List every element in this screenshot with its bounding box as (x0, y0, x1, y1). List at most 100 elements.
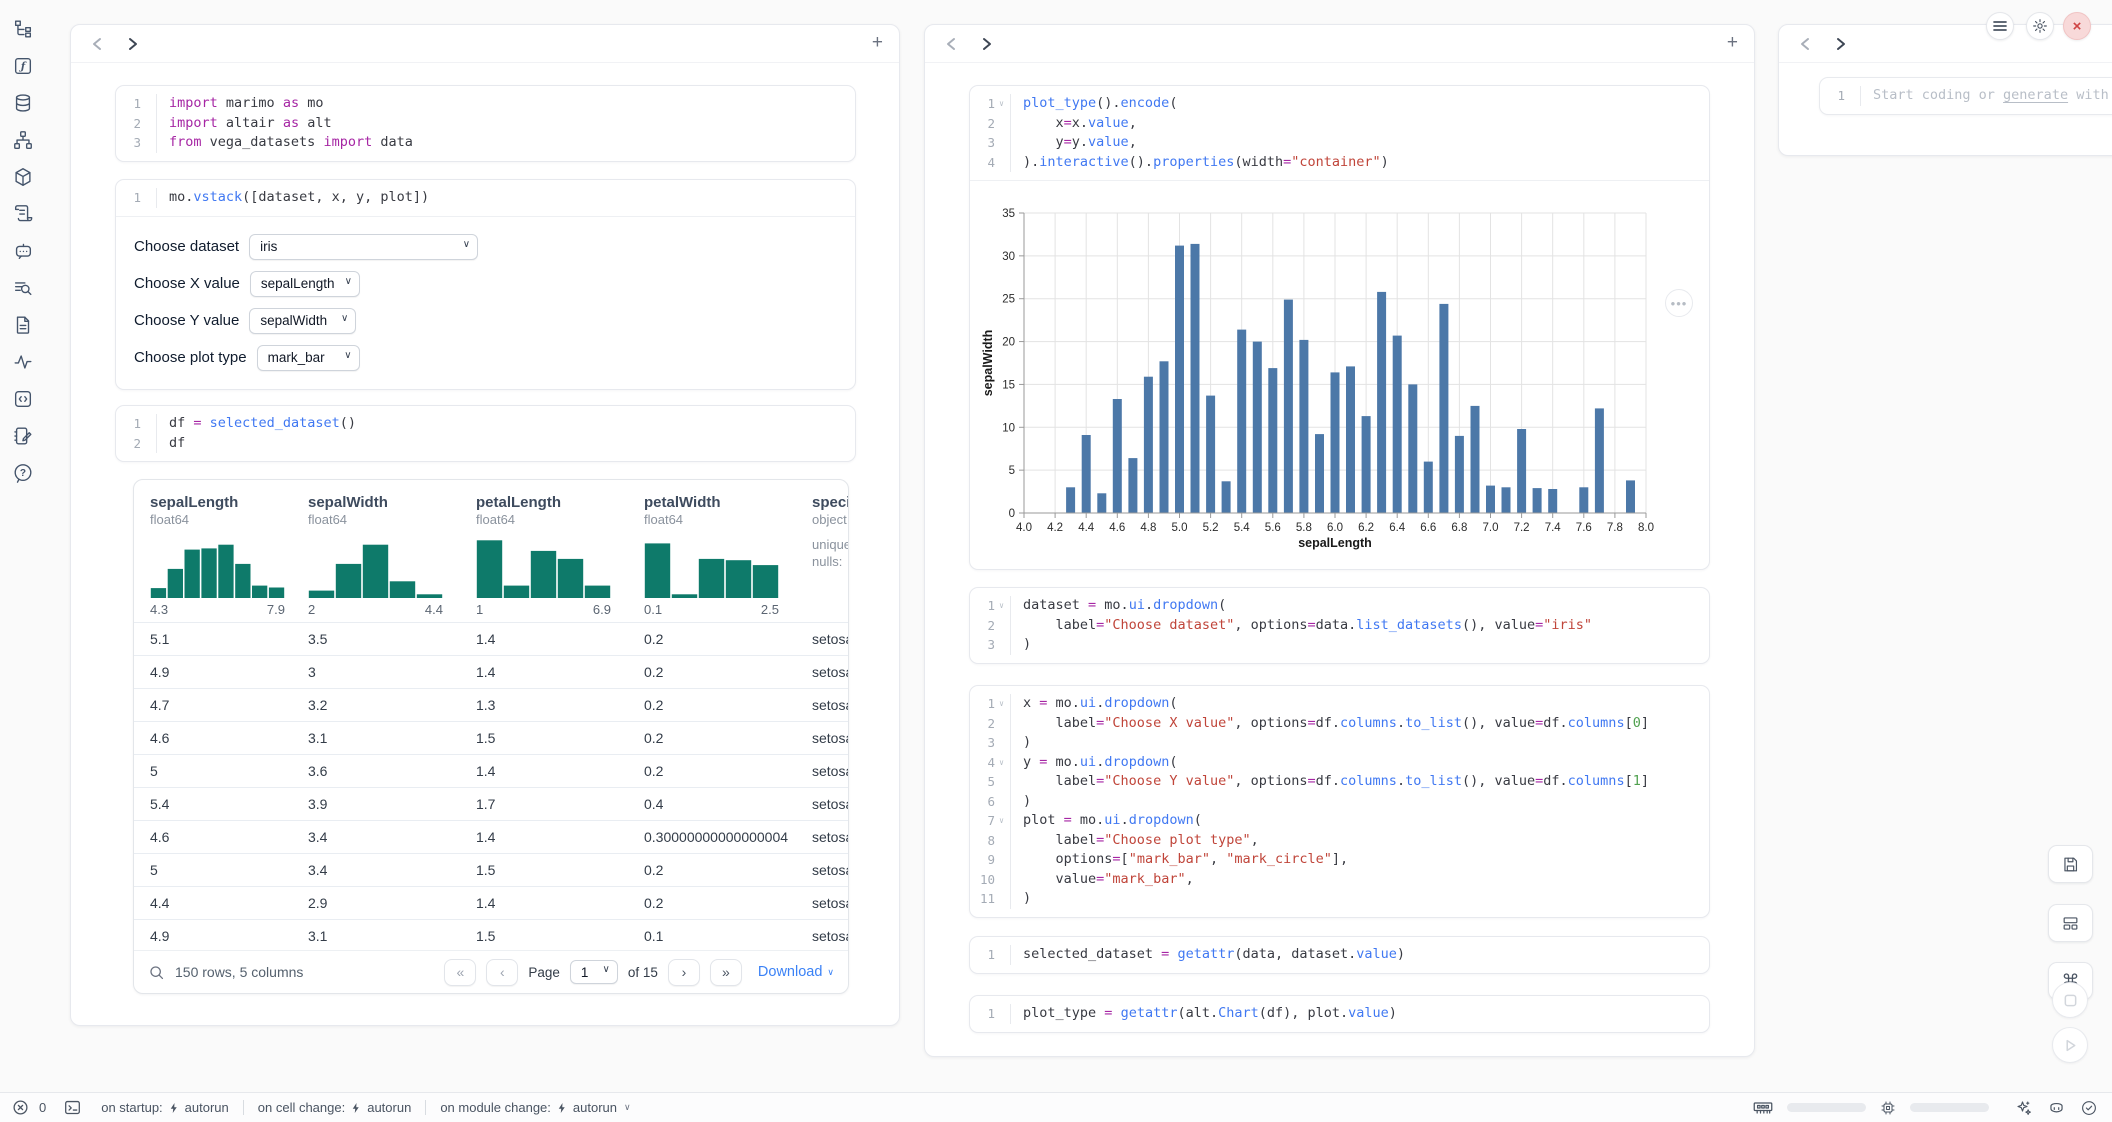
code-line[interactable]: x = mo.ui.dropdown( (1010, 694, 1709, 714)
code-line[interactable]: dataset = mo.ui.dropdown( (1010, 596, 1709, 616)
y-value-select[interactable]: sepalWidth (249, 308, 356, 334)
prev-page-button[interactable]: ‹ (486, 959, 518, 986)
notebook-scratchpad-icon[interactable] (12, 425, 34, 447)
code-line[interactable]: plot = mo.ui.dropdown( (1010, 811, 1709, 831)
dataset-select[interactable]: iris (249, 234, 478, 260)
code-editor-plot-type[interactable]: 1plot_type = getattr(alt.Chart(df), plot… (970, 996, 1709, 1032)
code-editor-dataset[interactable]: 1∨dataset = mo.ui.dropdown(2 label="Choo… (970, 588, 1709, 663)
histogram-range: 24.4 (308, 602, 443, 617)
settings-gear-button[interactable] (2026, 12, 2054, 40)
search-icon[interactable] (148, 964, 165, 981)
terminal-icon[interactable] (64, 1099, 81, 1116)
code-line[interactable]: mo.vstack([dataset, x, y, plot]) (156, 188, 855, 208)
code-line[interactable]: label="Choose X value", options=df.colum… (1010, 714, 1709, 734)
line-gutter: 1 (116, 94, 156, 114)
code-line[interactable]: value="mark_bar", (1010, 870, 1709, 890)
chat-icon[interactable] (12, 240, 34, 262)
code-line[interactable]: label="Choose Y value", options=df.colum… (1010, 772, 1709, 792)
code-line[interactable]: selected_dataset = getattr(data, dataset… (1010, 945, 1709, 965)
fold-chevron-icon[interactable]: ∨ (997, 753, 1006, 773)
datasources-icon[interactable] (12, 92, 34, 114)
code-line[interactable]: df = selected_dataset() (156, 414, 855, 434)
documentation-icon[interactable] (12, 314, 34, 336)
download-button[interactable]: Download∨ (758, 964, 834, 980)
plot-type-select[interactable]: mark_bar (257, 345, 360, 371)
code-line[interactable]: y = mo.ui.dropdown( (1010, 753, 1709, 773)
on-startup-setting[interactable]: on startup: autorun (101, 1100, 229, 1115)
stop-button[interactable] (2052, 982, 2088, 1018)
layout-panels-button[interactable] (2048, 904, 2093, 942)
code-line[interactable]: ).interactive().properties(width="contai… (1010, 153, 1709, 173)
add-cell-button[interactable]: + (872, 34, 883, 52)
column-header-petalWidth[interactable]: petalWidthfloat640.12.5 (644, 494, 812, 622)
code-line[interactable]: ) (1010, 635, 1709, 655)
logs-icon[interactable] (12, 203, 34, 225)
errors-icon[interactable] (12, 1099, 29, 1116)
code-line[interactable]: plot_type = getattr(alt.Chart(df), plot.… (1010, 1004, 1709, 1024)
code-editor-selected[interactable]: 1selected_dataset = getattr(data, datase… (970, 937, 1709, 973)
code-editor-df[interactable]: 1df = selected_dataset()2df (116, 406, 855, 461)
snippets-icon[interactable] (12, 388, 34, 410)
next-page-button[interactable]: › (668, 959, 700, 986)
code-line[interactable]: label="Choose plot type", (1010, 831, 1709, 851)
fold-chevron-icon[interactable]: ∨ (997, 811, 1006, 831)
copilot-icon[interactable] (2047, 1098, 2066, 1117)
last-page-button[interactable]: » (710, 959, 742, 986)
collapse-right-icon[interactable] (125, 36, 141, 52)
ai-sparkles-icon[interactable] (2015, 1099, 2033, 1117)
packages-icon[interactable] (12, 166, 34, 188)
collapse-right-icon[interactable] (979, 36, 995, 52)
column-header-sepalWidth[interactable]: sepalWidthfloat6424.4 (308, 494, 476, 622)
fold-chevron-icon[interactable]: ∨ (997, 596, 1006, 616)
column-header-species[interactable]: speciesobjectunique:nulls: (812, 494, 849, 622)
code-line[interactable]: x=x.value, (1010, 114, 1709, 134)
collapse-left-icon[interactable] (943, 36, 959, 52)
dependency-graph-icon[interactable] (12, 129, 34, 151)
code-editor-imports[interactable]: 1import marimo as mo2import altair as al… (116, 86, 855, 161)
empty-code-editor[interactable]: 1 Start coding or generate with AI. (1820, 78, 2112, 114)
code-line[interactable]: df (156, 434, 855, 454)
help-icon[interactable]: ? (12, 462, 34, 484)
connection-status-icon[interactable] (2080, 1099, 2098, 1117)
collapse-left-icon[interactable] (1797, 36, 1813, 52)
add-cell-button[interactable]: + (1727, 34, 1738, 52)
close-button[interactable]: × (2063, 12, 2091, 40)
on-module-change-setting[interactable]: on module change: autorun ∨ (440, 1100, 630, 1115)
column-header-petalLength[interactable]: petalLengthfloat6416.9 (476, 494, 644, 622)
menu-button[interactable] (1986, 12, 2014, 40)
code-line[interactable]: ) (1010, 733, 1709, 753)
collapse-left-icon[interactable] (89, 36, 105, 52)
code-line[interactable]: from vega_datasets import data (156, 133, 855, 153)
code-line[interactable]: options=["mark_bar", "mark_circle"], (1010, 850, 1709, 870)
column-header-sepalLength[interactable]: sepalLengthfloat644.37.9 (150, 494, 308, 622)
code-editor-xyplot[interactable]: 1∨x = mo.ui.dropdown(2 label="Choose X v… (970, 686, 1709, 917)
page-select[interactable]: 1 (570, 960, 618, 984)
scratchpad-search-icon[interactable] (12, 277, 34, 299)
tracing-icon[interactable] (12, 351, 34, 373)
table-cell: 0.2 (644, 895, 812, 911)
code-line[interactable]: import altair as alt (156, 114, 855, 134)
generate-link[interactable]: generate (2003, 87, 2068, 103)
status-bar: 0 on startup: autorun on cell change: au… (0, 1092, 2112, 1122)
fold-chevron-icon[interactable]: ∨ (997, 694, 1006, 714)
chart-actions-button[interactable]: ••• (1665, 289, 1693, 317)
code-line[interactable]: label="Choose dataset", options=data.lis… (1010, 616, 1709, 636)
file-explorer-icon[interactable] (12, 18, 34, 40)
code-line[interactable]: plot_type().encode( (1010, 94, 1709, 114)
collapse-right-icon[interactable] (1833, 36, 1849, 52)
code-line[interactable]: y=y.value, (1010, 133, 1709, 153)
run-button[interactable] (2052, 1027, 2088, 1063)
table-cell: 4.6 (150, 730, 308, 746)
code-editor-plot[interactable]: 1∨plot_type().encode(2 x=x.value,3 y=y.v… (970, 86, 1709, 181)
altair-bar-chart[interactable]: 051015202530354.04.24.44.64.85.05.25.45.… (978, 185, 1700, 567)
fold-chevron-icon[interactable]: ∨ (997, 94, 1006, 114)
first-page-button[interactable]: « (444, 959, 476, 986)
on-cell-change-setting[interactable]: on cell change: autorun (258, 1100, 412, 1115)
code-line[interactable]: import marimo as mo (156, 94, 855, 114)
code-line[interactable]: ) (1010, 792, 1709, 812)
functions-icon[interactable]: ƒ (12, 55, 34, 77)
x-value-select[interactable]: sepalLength (250, 271, 360, 297)
code-editor-vstack[interactable]: 1mo.vstack([dataset, x, y, plot]) (116, 180, 855, 217)
code-line[interactable]: ) (1010, 889, 1709, 909)
save-button[interactable] (2048, 845, 2093, 883)
